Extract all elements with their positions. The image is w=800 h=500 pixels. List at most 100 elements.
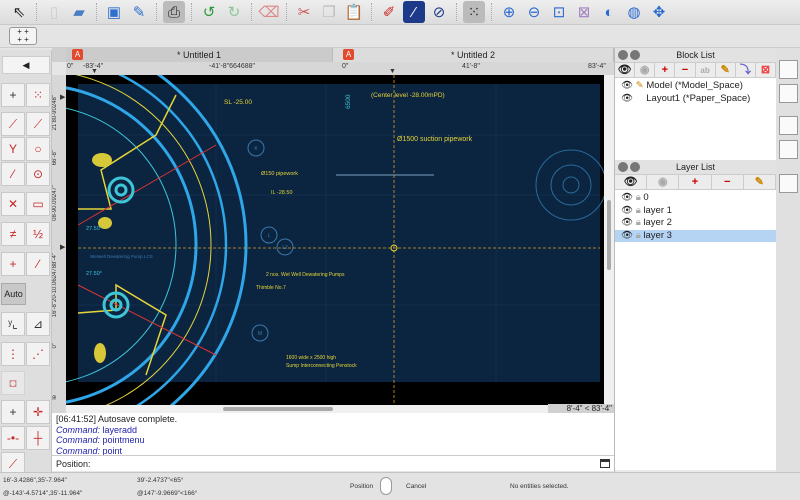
restrict-nothing-button[interactable]: ⁄ bbox=[26, 252, 50, 276]
drawing-canvas[interactable]: (Center level -28.00mPD) SL -25.00 6500 … bbox=[0, 33, 607, 457]
snap-circle-button[interactable]: ⊙ bbox=[26, 162, 50, 186]
list-item[interactable]: 👁 ✎ Model (*Model_Space) bbox=[615, 80, 776, 93]
line-color-icon[interactable]: ⁄ bbox=[403, 1, 425, 23]
panel-titlebar: Block List bbox=[615, 48, 776, 62]
pen-wizard-toggle-icon[interactable] bbox=[779, 140, 798, 159]
save-as-icon[interactable]: ✎ bbox=[128, 1, 150, 23]
tab-untitled-1[interactable]: A * Untitled 1 bbox=[66, 48, 333, 62]
zoom-out-icon[interactable]: ⊖ bbox=[523, 1, 545, 23]
lock-relative-button[interactable]: ⋮ bbox=[1, 342, 25, 366]
drawing-image: (Center level -28.00mPD) SL -25.00 6500 … bbox=[0, 33, 607, 457]
scrollbar-thumb[interactable] bbox=[607, 200, 611, 270]
redo-icon[interactable]: ↻ bbox=[223, 1, 245, 23]
open-folder-icon[interactable]: ▰ bbox=[68, 1, 90, 23]
snap-entity-button[interactable]: ⟋ bbox=[26, 112, 50, 136]
snap-middle-button[interactable]: ⁄ bbox=[1, 162, 25, 186]
library-toggle-icon[interactable] bbox=[779, 84, 798, 103]
ruler-label: 0" bbox=[67, 63, 74, 70]
block-list-toggle-icon[interactable] bbox=[779, 60, 798, 79]
edit-block-icon[interactable]: ✎ bbox=[716, 63, 736, 77]
show-all-layers-icon[interactable]: 👁 bbox=[615, 175, 648, 189]
snap-free-button[interactable]: + bbox=[1, 83, 25, 107]
command-input[interactable]: Position: bbox=[52, 455, 614, 471]
delete-block-icon[interactable]: ⊠ bbox=[756, 63, 776, 77]
cut-icon[interactable]: ✂ bbox=[293, 1, 315, 23]
point-button[interactable]: + bbox=[1, 400, 25, 424]
vertical-ruler: 21'80-90248" 66'-8" 08-90.09247" 16'-8"2… bbox=[52, 75, 66, 413]
float-icon[interactable] bbox=[630, 162, 640, 172]
zoom-redraw-icon[interactable]: ◍ bbox=[623, 1, 645, 23]
polar-button[interactable]: ⊿ bbox=[26, 312, 50, 336]
insert-block-icon[interactable]: ⤵ bbox=[736, 63, 756, 77]
scrollbar-thumb[interactable] bbox=[223, 407, 333, 411]
zoom-in-icon[interactable]: ⊕ bbox=[498, 1, 520, 23]
add-layer-icon[interactable]: + bbox=[679, 175, 712, 189]
list-item[interactable]: 👁 🔒︎ layer 1 bbox=[615, 205, 776, 218]
snap-grid-button[interactable]: ⁙ bbox=[26, 83, 50, 107]
ruler-label: 08-90.09247" bbox=[52, 185, 58, 221]
layer-list-toggle-icon[interactable] bbox=[779, 116, 798, 135]
hide-all-layers-icon[interactable]: ◉ bbox=[647, 175, 680, 189]
float-icon[interactable] bbox=[630, 50, 640, 60]
edit-layer-icon[interactable]: ✎ bbox=[744, 175, 777, 189]
zoom-window-icon[interactable]: ⊠ bbox=[573, 1, 595, 23]
snap-disabled-button[interactable]: ◘ bbox=[1, 371, 25, 395]
ruler-label: 21'80-90248" bbox=[52, 95, 58, 131]
paste-icon[interactable]: 📋 bbox=[343, 1, 365, 23]
pan-icon[interactable]: ✥ bbox=[648, 1, 670, 23]
show-all-blocks-icon[interactable]: 👁 bbox=[615, 63, 636, 77]
close-icon[interactable] bbox=[618, 162, 628, 172]
list-item[interactable]: 👁 🔒︎ layer 2 bbox=[615, 217, 776, 230]
list-item[interactable]: 👁 🔒︎ layer 3 bbox=[615, 229, 776, 242]
circle-slash-icon[interactable]: ⊘ bbox=[428, 1, 450, 23]
relative-zero-button[interactable]: ʸ⌞ bbox=[1, 312, 25, 336]
document-tabs: A * Untitled 1 A * Untitled 2 bbox=[52, 48, 614, 62]
snap-tangent-button[interactable]: ○ bbox=[26, 137, 50, 161]
snap-points-button[interactable]: + + + + bbox=[9, 27, 37, 45]
ruler-marker-icon: ▶ bbox=[60, 94, 66, 101]
list-item[interactable]: 👁 Layout1 (*Paper_Space) bbox=[615, 93, 776, 106]
select-pointer-icon[interactable]: ⇖ bbox=[8, 1, 30, 23]
zoom-previous-icon[interactable]: ◐ bbox=[598, 1, 620, 23]
block-toolbar: 👁 ◉ + − ab ✎ ⤵ ⊠ bbox=[615, 62, 776, 78]
restrict-orthogonal-button[interactable]: + bbox=[1, 252, 25, 276]
vertical-scrollbar[interactable] bbox=[604, 75, 614, 405]
eraser-icon[interactable]: ⌫ bbox=[258, 1, 280, 23]
zoom-auto-icon[interactable]: ⊡ bbox=[548, 1, 570, 23]
new-file-icon[interactable]: ▯ bbox=[43, 1, 65, 23]
tab-untitled-2[interactable]: A * Untitled 2 bbox=[333, 48, 614, 62]
snap-endpoint-button[interactable]: ⟋ bbox=[1, 112, 25, 136]
print-preview-icon[interactable]: ⎙ bbox=[163, 1, 185, 23]
drawing-label: 27.50° bbox=[86, 271, 102, 277]
collapse-button[interactable]: ◀ bbox=[2, 56, 50, 74]
pen-icon[interactable]: ✐ bbox=[378, 1, 400, 23]
copy-icon[interactable]: ❐ bbox=[318, 1, 340, 23]
point-v-button[interactable]: ┼ bbox=[26, 426, 50, 450]
remove-block-icon[interactable]: − bbox=[675, 63, 696, 77]
drawing-label: Ø1500 suction pipework bbox=[397, 136, 473, 143]
mouse-left-hint: Position bbox=[350, 483, 374, 490]
close-icon[interactable] bbox=[618, 50, 628, 60]
snap-between-button[interactable]: ½ bbox=[26, 222, 50, 246]
add-block-icon[interactable]: + bbox=[655, 63, 676, 77]
undo-icon[interactable]: ↺ bbox=[198, 1, 220, 23]
snap-intersection-manual-button[interactable]: ≠ bbox=[1, 222, 25, 246]
save-icon[interactable]: ▣ bbox=[103, 1, 125, 23]
grid-icon[interactable]: ⁙ bbox=[463, 1, 485, 23]
horizontal-scrollbar[interactable] bbox=[66, 405, 548, 413]
snap-center-button[interactable]: Y bbox=[1, 137, 25, 161]
panel-titlebar: Layer List bbox=[615, 160, 776, 174]
hide-all-blocks-icon[interactable]: ◉ bbox=[635, 63, 656, 77]
point-cross-button[interactable]: ✛ bbox=[26, 400, 50, 424]
set-relative-button[interactable]: ⋰ bbox=[26, 342, 50, 366]
command-line: Command: pointmenu bbox=[56, 435, 145, 445]
command-widget-toggle-icon[interactable] bbox=[779, 174, 798, 193]
list-item[interactable]: 👁 🔒︎ 0 bbox=[615, 192, 776, 205]
point-h-button[interactable]: -•- bbox=[1, 426, 25, 450]
rename-block-icon[interactable]: ab bbox=[696, 63, 716, 77]
remove-layer-icon[interactable]: − bbox=[712, 175, 744, 189]
snap-distance-button[interactable]: ▭ bbox=[26, 192, 50, 216]
auto-button[interactable]: Auto bbox=[1, 283, 26, 305]
window-toggle-icon[interactable] bbox=[600, 459, 610, 468]
snap-intersection-button[interactable]: ✕ bbox=[1, 192, 25, 216]
